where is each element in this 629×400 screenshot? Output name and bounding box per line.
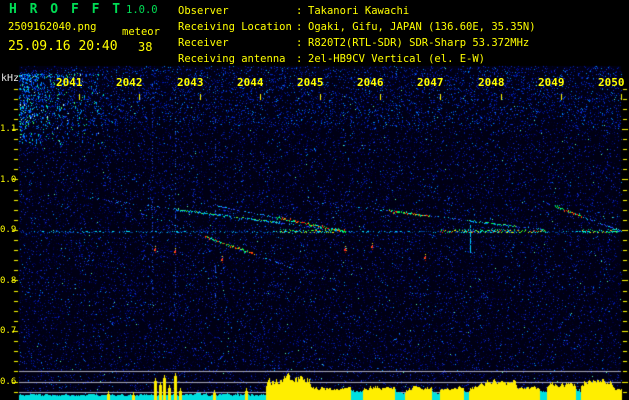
info-row: Receiving antenna:2el-HB9CV Vertical (el… — [178, 51, 536, 67]
freq-label: 0.9 — [0, 225, 13, 235]
info-label: Receiving antenna — [178, 51, 296, 67]
time-label: 2044 — [237, 76, 264, 89]
info-label: Receiving Location — [178, 19, 296, 35]
info-value: Takanori Kawachi — [308, 3, 409, 19]
time-label: 2041 — [56, 76, 83, 89]
datetime: 25.09.16 20:40 — [8, 39, 118, 54]
hrofft-window: H R O F F T 1.0.0 2509162040.png meteor … — [0, 0, 629, 400]
freq-label: 0.8 — [0, 276, 13, 286]
filename: 2509162040.png — [8, 21, 97, 33]
freq-label: 1.0 — [0, 175, 13, 185]
freq-unit-label: kHz — [1, 73, 19, 84]
info-value: R820T2(RTL-SDR) SDR-Sharp 53.372MHz — [308, 35, 529, 51]
info-separator: : — [296, 3, 308, 19]
mode-label: meteor — [122, 26, 160, 38]
time-label: 2046 — [357, 76, 384, 89]
time-label: 2045 — [297, 76, 324, 89]
time-label: 2049 — [538, 76, 565, 89]
info-row: Receiver:R820T2(RTL-SDR) SDR-Sharp 53.37… — [178, 35, 536, 51]
meteor-count: 38 — [138, 40, 152, 54]
info-separator: : — [296, 51, 308, 67]
info-label: Receiver — [178, 35, 296, 51]
time-label: 2043 — [177, 76, 204, 89]
info-value: 2el-HB9CV Vertical (el. E-W) — [308, 51, 485, 67]
time-label: 2048 — [478, 76, 505, 89]
app-version: 1.0.0 — [126, 4, 158, 16]
time-label: 2047 — [417, 76, 444, 89]
info-value: Ogaki, Gifu, JAPAN (136.60E, 35.35N) — [308, 19, 536, 35]
info-block: Observer:Takanori KawachiReceiving Locat… — [178, 3, 536, 67]
info-row: Observer:Takanori Kawachi — [178, 3, 536, 19]
freq-label: 1.1 — [0, 124, 13, 134]
time-label: 2042 — [116, 76, 143, 89]
info-separator: : — [296, 35, 308, 51]
freq-label: 0.6 — [0, 377, 13, 387]
app-title: H R O F F T — [9, 2, 123, 17]
freq-label: 0.7 — [0, 326, 13, 336]
info-row: Receiving Location:Ogaki, Gifu, JAPAN (1… — [178, 19, 536, 35]
info-label: Observer — [178, 3, 296, 19]
time-label: 2050 — [598, 76, 625, 89]
info-separator: : — [296, 19, 308, 35]
